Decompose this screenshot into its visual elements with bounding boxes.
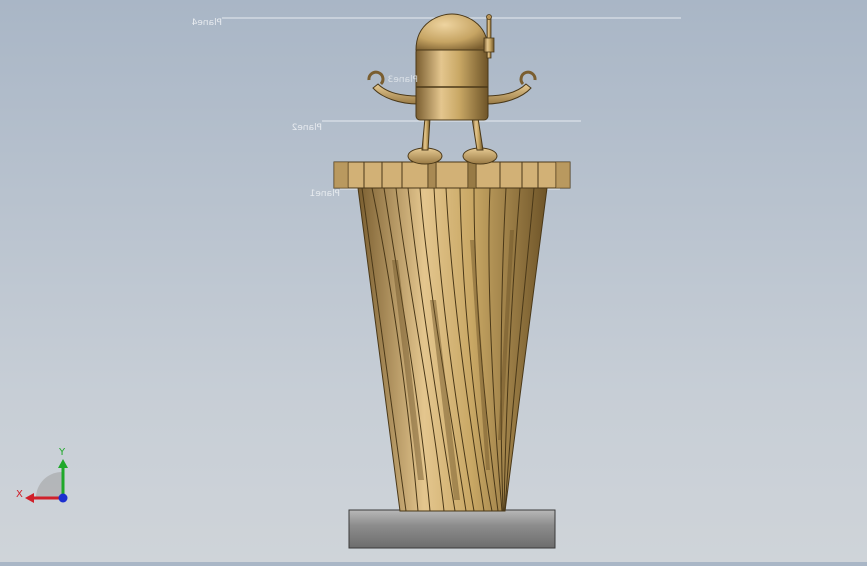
3d-viewport[interactable]: Plane4 Plane3 Plane2 Plane1 Y X (0, 0, 867, 562)
robot-left-claw[interactable] (367, 70, 385, 86)
model-canvas[interactable]: Plane4 Plane3 Plane2 Plane1 Y X (0, 0, 867, 562)
robot-right-leg[interactable] (471, 117, 484, 151)
base-disc[interactable] (348, 509, 556, 549)
plane2-label[interactable]: Plane2 (292, 123, 322, 133)
plane4-label[interactable]: Plane4 (191, 18, 222, 28)
robot-dome[interactable] (415, 13, 489, 51)
robot-right-claw[interactable] (519, 70, 537, 86)
robot-left-arm[interactable] (372, 83, 419, 105)
top-platform[interactable] (333, 161, 571, 189)
triad-y-arrow (58, 459, 68, 468)
triad-plane-indicator (36, 472, 62, 498)
robot-body[interactable] (415, 47, 489, 121)
triad-x-arrow (25, 493, 34, 503)
robot-right-arm[interactable] (485, 83, 532, 105)
triad-x-label: X (16, 489, 23, 500)
triad-y-label: Y (58, 447, 66, 458)
robot-left-leg[interactable] (421, 117, 431, 151)
plane3-label[interactable]: Plane3 (388, 75, 418, 85)
twisted-column[interactable] (357, 187, 548, 512)
plane1-label[interactable]: Plane1 (310, 189, 340, 199)
robot-figure[interactable] (367, 13, 537, 165)
triad-z-axis-dot (58, 493, 68, 503)
reference-triad[interactable]: Y X (16, 447, 68, 503)
